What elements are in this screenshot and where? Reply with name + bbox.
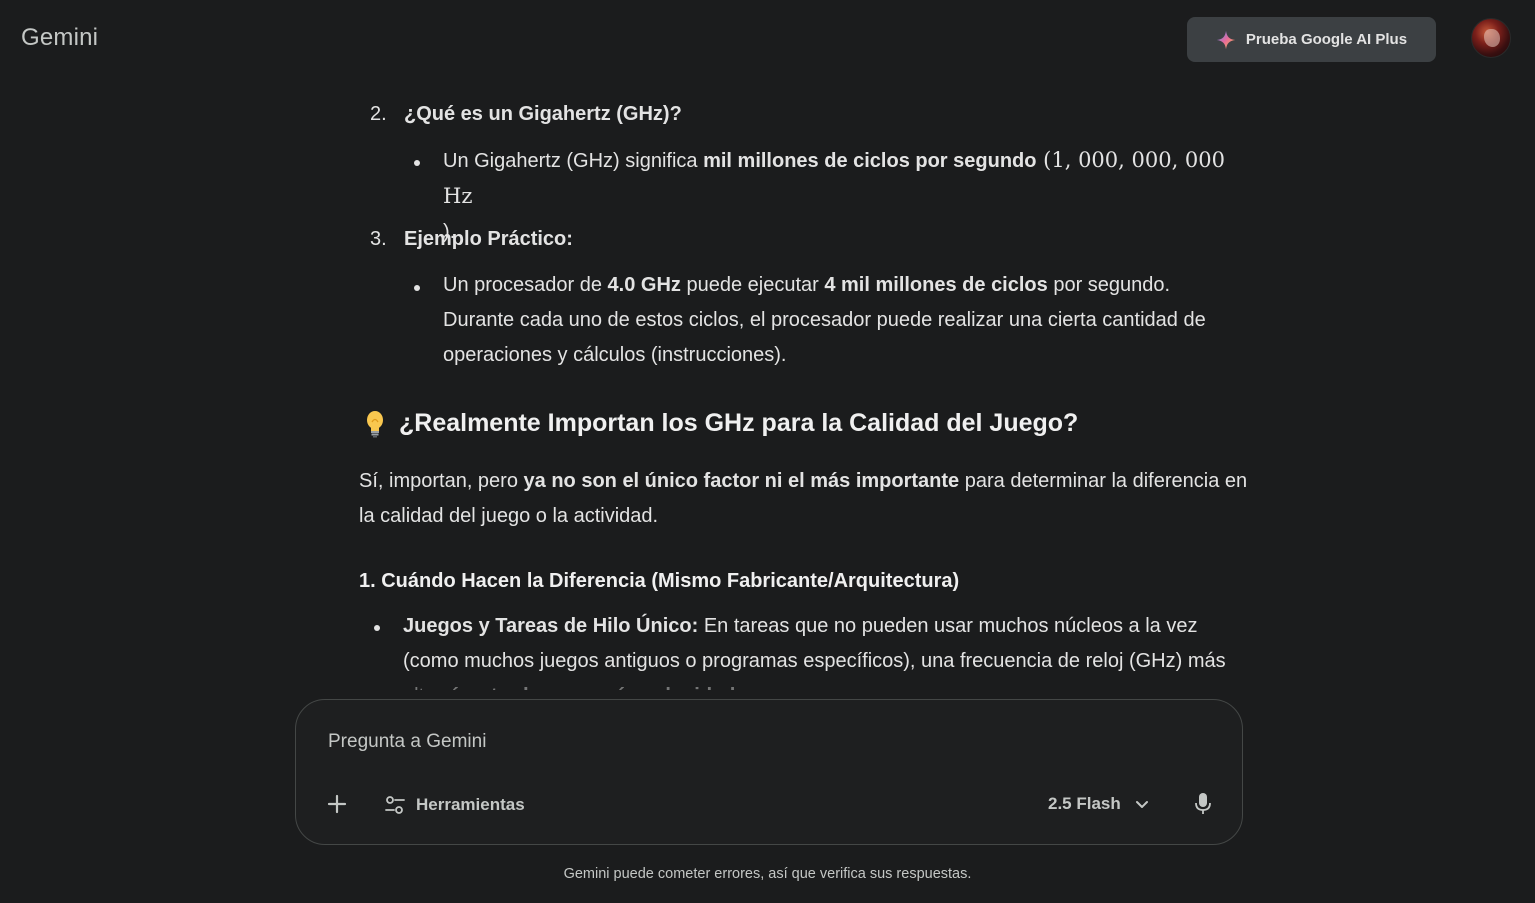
bullet-dot — [374, 625, 380, 631]
tools-label: Herramientas — [416, 795, 525, 814]
bullet-bold-text: 4.0 GHz — [607, 274, 681, 296]
lightbulb-icon — [367, 410, 383, 437]
list-item-2: 2. ¿Qué es un Gigahertz (GHz)? — [370, 103, 682, 126]
spark-icon — [1216, 30, 1236, 49]
list-item-3-bullet: Un procesador de 4.0 GHz puede ejecutar … — [443, 268, 1243, 373]
bullet-bold-text: Juegos y Tareas de Hilo Único: — [403, 615, 699, 637]
list-item-title: Ejemplo Práctico: — [404, 228, 573, 250]
top-bar: Gemini Prueba Google AI Plus — [0, 0, 1535, 78]
list-item-title: ¿Qué es un Gigahertz (GHz)? — [404, 103, 682, 125]
bullet-item: Juegos y Tareas de Hilo Único: En tareas… — [403, 609, 1253, 700]
subheading: 1. Cuándo Hacen la Diferencia (Mismo Fab… — [359, 570, 960, 592]
prompt-input[interactable] — [326, 728, 1206, 756]
microphone-icon — [1195, 793, 1211, 814]
upgrade-label: Prueba Google AI Plus — [1245, 31, 1408, 48]
chevron-down-icon — [1135, 801, 1148, 808]
avatar[interactable] — [1471, 18, 1511, 58]
response-content: . . 2. ¿Qué es un Gigahertz (GHz)? Un Gi… — [0, 0, 1535, 700]
list-item-3: 3. Ejemplo Práctico: — [370, 228, 573, 251]
tools-button[interactable]: Herramientas — [384, 791, 525, 819]
upgrade-button[interactable]: Prueba Google AI Plus — [1187, 17, 1436, 62]
bullet-bold-text: mil millones de ciclos por segundo — [703, 150, 1037, 172]
microphone-button[interactable] — [1191, 789, 1215, 819]
model-label: 2.5 Flash — [1048, 794, 1121, 813]
paragraph-text: Sí, importan, pero — [359, 470, 524, 492]
disclaimer: Gemini puede cometer errores, así que ve… — [563, 866, 972, 882]
bullet-text: Un procesador de — [443, 274, 608, 296]
bullet-text: Un Gigahertz (GHz) significa — [443, 150, 704, 172]
paragraph: Sí, importan, pero ya no son el único fa… — [359, 464, 1249, 534]
app-title[interactable]: Gemini — [21, 24, 98, 52]
plus-icon — [327, 794, 347, 814]
bullet-dot — [414, 160, 420, 166]
list-number: 2. — [370, 103, 387, 125]
bullet-bold-text: 4 mil millones de ciclos — [824, 274, 1048, 296]
paragraph-bold-text: ya no son el único factor ni el más impo… — [523, 470, 960, 492]
bullet-text: puede ejecutar — [680, 274, 825, 296]
section-heading: ¿Realmente Importan los GHz para la Cali… — [363, 409, 1078, 438]
add-attachment-button[interactable] — [322, 789, 352, 819]
section-heading-text: ¿Realmente Importan los GHz para la Cali… — [399, 409, 1079, 437]
bullet-dot — [414, 285, 420, 291]
prompt-composer: Herramientas 2.5 Flash — [295, 699, 1243, 845]
list-number: 3. — [370, 228, 387, 250]
tune-icon — [385, 796, 405, 814]
model-selector[interactable]: 2.5 Flash — [1048, 790, 1149, 818]
